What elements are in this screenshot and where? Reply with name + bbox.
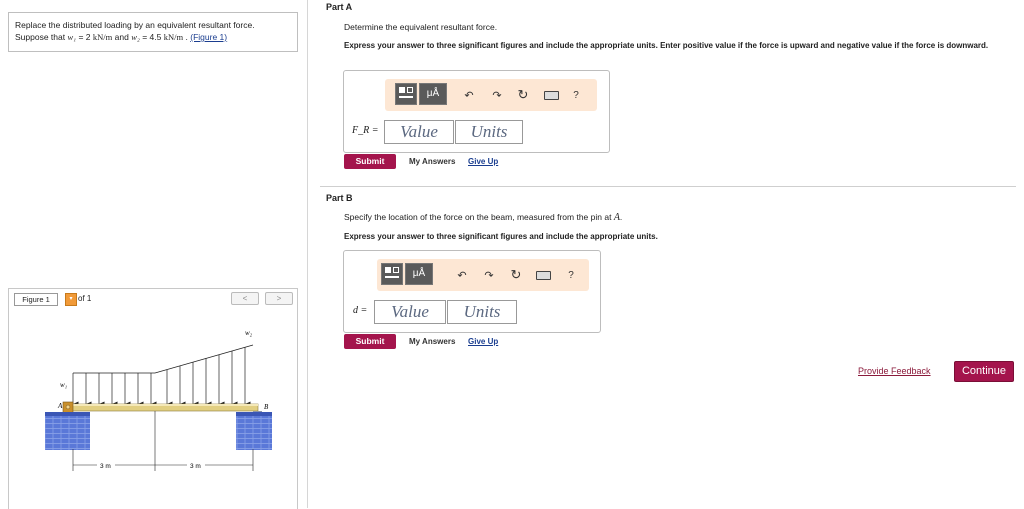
wall-right-cap: [236, 412, 272, 416]
part-b-prompt-text: Specify the location of the force on the…: [344, 212, 612, 222]
part-a-toolbar: μÅ ↶ ↷ ↻ ?: [385, 79, 597, 111]
part-a-units-input[interactable]: Units: [455, 120, 523, 144]
part-b-answer-box: μÅ ↶ ↷ ↻ ? d = Value Units: [343, 250, 601, 333]
panel-divider: [307, 0, 308, 508]
figure-link[interactable]: (Figure 1): [190, 32, 227, 42]
part-b-give-up-link[interactable]: Give Up: [468, 337, 498, 346]
figure-select-icon[interactable]: ▾: [65, 293, 77, 306]
units-symbol-icon[interactable]: μÅ: [405, 263, 433, 285]
keyboard-icon[interactable]: [535, 259, 551, 291]
w2-unit: kN/m: [163, 32, 184, 42]
figure-count: of 1: [78, 294, 92, 303]
part-a-submit-button[interactable]: Submit: [344, 154, 396, 169]
redo-icon[interactable]: ↷: [489, 79, 505, 111]
templates-icon[interactable]: [381, 263, 403, 285]
pin-a: [65, 404, 71, 410]
part-separator: [320, 186, 1016, 187]
help-icon[interactable]: ?: [565, 259, 577, 291]
part-a-instruction: Express your answer to three significant…: [344, 41, 989, 50]
part-a-prompt: Determine the equivalent resultant force…: [344, 22, 498, 32]
figure-header: Figure 1 ▾ of 1 < >: [9, 289, 297, 309]
problem-period: .: [185, 32, 188, 42]
redo-icon[interactable]: ↷: [481, 259, 497, 291]
part-a-value-input[interactable]: Value: [384, 120, 454, 144]
part-b-prompt: Specify the location of the force on the…: [344, 212, 622, 223]
beam-diagram: w₁ w₂ A B 3 m 3 m: [45, 329, 272, 471]
wall-left-cap: [45, 412, 90, 416]
w1-label: w₁: [60, 381, 67, 389]
problem-and: and: [114, 32, 129, 42]
part-a-title: Part A: [326, 2, 353, 12]
continue-button[interactable]: Continue: [954, 361, 1014, 382]
figure-panel: Figure 1 ▾ of 1 < > w₁ w₂ A B 3 m 3 m: [8, 288, 298, 509]
part-b-var-label: d =: [353, 305, 368, 316]
help-icon[interactable]: ?: [570, 79, 582, 111]
load-outline: [73, 344, 254, 374]
w1-value: = 2: [78, 32, 91, 42]
label-b: B: [264, 403, 269, 411]
keyboard-icon[interactable]: [543, 79, 559, 111]
provide-feedback-link[interactable]: Provide Feedback: [858, 366, 931, 376]
reset-icon[interactable]: ↻: [515, 79, 531, 111]
prev-figure-button[interactable]: <: [231, 292, 259, 305]
dim-label-2: 3 m: [190, 463, 201, 470]
part-b-units-input[interactable]: Units: [447, 300, 517, 324]
label-a: A: [57, 402, 63, 410]
problem-line-2: Suppose that w₁ = 2 kN/m and w₂ = 4.5 kN…: [15, 31, 255, 43]
part-b-my-answers-link[interactable]: My Answers: [409, 337, 455, 346]
next-figure-button[interactable]: >: [265, 292, 293, 305]
part-a-my-answers-link[interactable]: My Answers: [409, 157, 455, 166]
units-symbol-icon[interactable]: μÅ: [419, 83, 447, 105]
problem-line-1: Replace the distributed loading by an eq…: [15, 20, 255, 30]
problem-text: Replace the distributed loading by an eq…: [15, 19, 255, 43]
part-b-prompt-end: .: [619, 212, 623, 222]
load-arrows: [72, 347, 251, 407]
part-b-instruction: Express your answer to three significant…: [344, 232, 658, 241]
figure-label: Figure 1: [14, 293, 58, 306]
w1-unit: kN/m: [92, 32, 113, 42]
part-b-title: Part B: [326, 193, 353, 203]
part-b-toolbar: μÅ ↶ ↷ ↻ ?: [377, 259, 589, 291]
part-b-submit-button[interactable]: Submit: [344, 334, 396, 349]
part-a-give-up-link[interactable]: Give Up: [468, 157, 498, 166]
templates-icon[interactable]: [395, 83, 417, 105]
wall-right: [236, 415, 272, 450]
part-a-var-label: F_R =: [352, 125, 379, 136]
problem-statement: Replace the distributed loading by an eq…: [8, 12, 298, 52]
w2-symbol: w₂: [131, 32, 140, 42]
beam-highlight: [68, 404, 258, 406]
undo-icon[interactable]: ↶: [454, 259, 470, 291]
part-a-answer-box: μÅ ↶ ↷ ↻ ? F_R = Value Units: [343, 70, 610, 153]
reset-icon[interactable]: ↻: [508, 259, 524, 291]
w1-symbol: w₁: [67, 32, 77, 42]
undo-icon[interactable]: ↶: [461, 79, 477, 111]
dim-label-1: 3 m: [100, 463, 111, 470]
wall-left: [45, 415, 90, 450]
w2-value: = 4.5: [142, 32, 162, 42]
part-b-value-input[interactable]: Value: [374, 300, 446, 324]
w2-label: w₂: [245, 329, 253, 337]
problem-suppose: Suppose that: [15, 32, 66, 42]
